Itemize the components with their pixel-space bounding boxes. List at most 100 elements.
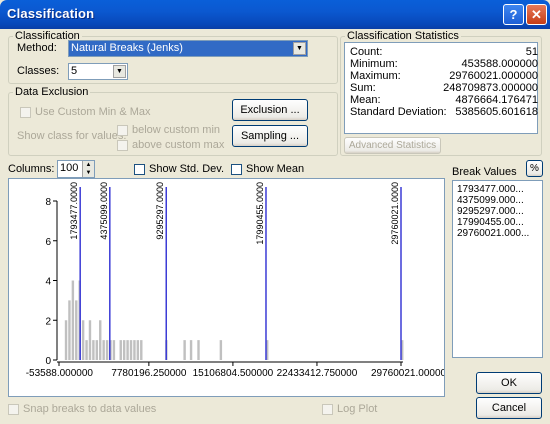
histogram-bar xyxy=(81,320,85,360)
stat-row-minimum: Minimum: 453588.000000 xyxy=(350,58,538,70)
x-tick-label: 15106804.500000 xyxy=(193,368,274,379)
stat-row-maximum: Maximum: 29760021.000000 xyxy=(350,70,538,82)
method-value: Natural Breaks (Jenks) xyxy=(71,42,183,54)
x-tick-label: -53588.000000 xyxy=(26,368,94,379)
classes-label: Classes: xyxy=(17,65,60,77)
y-tick-label: 0 xyxy=(45,356,51,367)
histogram-bar xyxy=(189,340,193,360)
above-max-label: above custom max xyxy=(132,139,225,151)
spin-arrows-icon[interactable]: ▲ ▼ xyxy=(82,161,94,177)
log-plot-label: Log Plot xyxy=(337,403,378,415)
stat-row-sum: Sum: 248709873.000000 xyxy=(350,82,538,94)
break-value-item[interactable]: 9295297.000... xyxy=(457,206,524,217)
chevron-down-icon[interactable]: ▼ xyxy=(113,65,126,78)
exclusion-button[interactable]: Exclusion ... xyxy=(232,99,308,121)
statistics-panel: Count: 51 Minimum: 453588.000000 Maximum: 2… xyxy=(344,42,538,134)
break-values-label: Break Values xyxy=(452,166,517,178)
histogram-bar xyxy=(75,300,78,360)
below-min-checkbox[interactable] xyxy=(117,125,128,136)
break-label: 17990455.0000 xyxy=(255,182,265,245)
histogram-bar xyxy=(85,340,88,360)
classes-select[interactable]: 5 ▼ xyxy=(68,63,128,80)
help-button[interactable]: ? xyxy=(503,4,524,25)
histogram-bar xyxy=(126,340,129,360)
columns-value: 100 xyxy=(60,162,79,174)
close-button[interactable]: ✕ xyxy=(526,4,547,25)
stat-row-count: Count: 51 xyxy=(350,46,538,58)
histogram-bar xyxy=(136,340,140,360)
y-tick-label: 6 xyxy=(45,237,51,248)
stat-value: 5385605.601618 xyxy=(455,106,538,118)
chevron-down-icon[interactable]: ▼ xyxy=(293,42,306,55)
histogram-bar xyxy=(105,340,109,360)
method-select[interactable]: Natural Breaks (Jenks) ▼ xyxy=(68,40,308,57)
histogram-chart[interactable]: 0 2 4 6 8 -53588.000000 7780196.250000 15106804… xyxy=(9,179,444,396)
use-custom-label: Use Custom Min & Max xyxy=(35,106,151,118)
histogram-bar xyxy=(92,340,95,360)
histogram-bar xyxy=(95,340,99,360)
cancel-button[interactable]: Cancel xyxy=(476,397,542,419)
x-tick-label: 29760021.000000 xyxy=(371,368,444,379)
statistics-group-label: Classification Statistics xyxy=(345,30,461,42)
show-mean-label: Show Mean xyxy=(246,163,305,175)
histogram-bar xyxy=(129,340,133,360)
data-exclusion-group-label: Data Exclusion xyxy=(13,86,91,98)
stat-value: 248709873.000000 xyxy=(443,82,538,94)
snap-breaks-checkbox[interactable] xyxy=(8,404,19,415)
stat-key: Maximum: xyxy=(350,70,401,82)
histogram-bar xyxy=(122,340,126,360)
break-value-item[interactable]: 1793477.000... xyxy=(457,184,524,195)
columns-label: Columns: xyxy=(8,163,55,175)
break-values-list[interactable]: 1793477.000... 4375099.000... 9295297.00… xyxy=(452,180,543,358)
use-custom-checkbox[interactable] xyxy=(20,107,31,118)
stat-key: Mean: xyxy=(350,94,381,106)
stat-key: Sum: xyxy=(350,82,376,94)
histogram-bar xyxy=(119,340,122,360)
histogram-bar xyxy=(219,340,223,360)
y-tick-label: 8 xyxy=(45,197,51,208)
x-tick-label: 7780196.250000 xyxy=(111,368,187,379)
stat-value: 29760021.000000 xyxy=(449,70,538,82)
log-plot-checkbox[interactable] xyxy=(322,404,333,415)
classes-value: 5 xyxy=(71,65,78,77)
x-tick-label: 22433412.750000 xyxy=(277,368,358,379)
stat-key: Minimum: xyxy=(350,58,398,70)
below-min-label: below custom min xyxy=(132,124,221,136)
y-tick-label: 2 xyxy=(45,316,51,327)
above-max-checkbox[interactable] xyxy=(117,140,128,151)
y-tick-label: 4 xyxy=(45,277,51,288)
break-value-item[interactable]: 29760021.000... xyxy=(457,228,529,239)
percent-button[interactable]: % xyxy=(526,160,543,177)
ok-button[interactable]: OK xyxy=(476,372,542,394)
break-label: 29760021.0000 xyxy=(390,182,400,245)
stat-value: 4876664.176471 xyxy=(455,94,538,106)
histogram-bar xyxy=(71,280,75,360)
columns-stepper[interactable]: 100 ▲ ▼ xyxy=(57,160,95,178)
histogram-bar xyxy=(140,340,143,360)
break-label: 4375099.0000 xyxy=(99,182,109,240)
snap-breaks-label: Snap breaks to data values xyxy=(23,403,157,415)
show-class-label: Show class for values: xyxy=(17,130,127,142)
histogram-bar xyxy=(183,340,186,360)
stat-value: 453588.000000 xyxy=(461,58,538,70)
histogram-bar xyxy=(64,320,68,360)
show-std-dev-label: Show Std. Dev. xyxy=(149,163,224,175)
stat-key: Count: xyxy=(350,46,383,58)
show-std-dev-checkbox[interactable] xyxy=(134,164,145,175)
break-value-item[interactable]: 17990455.00... xyxy=(457,217,524,228)
method-label: Method: xyxy=(17,42,57,54)
histogram-bar xyxy=(88,320,92,360)
break-value-item[interactable]: 4375099.000... xyxy=(457,195,524,206)
advanced-statistics-button[interactable]: Advanced Statistics xyxy=(344,137,441,154)
show-mean-checkbox[interactable] xyxy=(231,164,242,175)
stat-row-mean: Mean: 4876664.176471 xyxy=(350,94,538,106)
histogram-bar xyxy=(99,320,102,360)
histogram-bar xyxy=(68,300,71,360)
histogram-bar xyxy=(133,340,136,360)
histogram-bar xyxy=(112,340,116,360)
histogram-panel[interactable]: 0 2 4 6 8 -53588.000000 7780196.250000 15106804… xyxy=(8,178,445,397)
break-label: 9295297.0000 xyxy=(155,182,165,240)
break-label: 1793477.0000 xyxy=(69,182,79,240)
sampling-button[interactable]: Sampling ... xyxy=(232,125,308,147)
stat-value: 51 xyxy=(525,46,538,58)
